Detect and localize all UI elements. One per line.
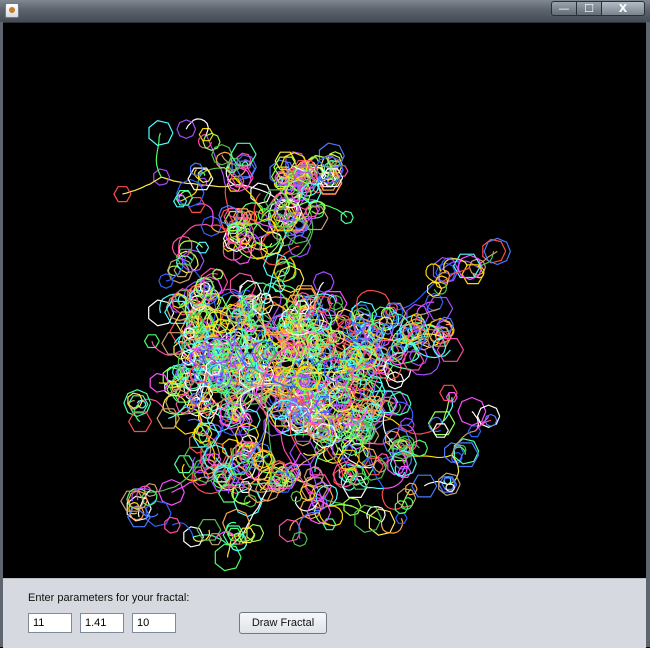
fractal-knot [289, 440, 318, 466]
fractal-knot [484, 413, 498, 427]
fractal-knot [158, 273, 174, 289]
fractal-stroke [122, 176, 162, 195]
fractal-stroke [381, 488, 402, 511]
app-window: — ☐ X Enter parameters for your fractal:… [0, 0, 650, 648]
title-bar[interactable]: — ☐ X [0, 0, 650, 23]
minimize-button[interactable]: — [551, 1, 577, 16]
fractal-knot [457, 396, 487, 427]
fractal-stroke [196, 203, 214, 227]
parameters-panel: Enter parameters for your fractal: Draw … [3, 578, 646, 648]
fractal-knot [148, 120, 174, 146]
fractal-knot [340, 210, 354, 225]
fractal-knot [190, 162, 204, 177]
fractal-stroke [260, 202, 286, 222]
close-button[interactable]: X [602, 1, 645, 16]
fractal-stroke [389, 271, 442, 313]
fractal-stroke [171, 235, 193, 258]
window-controls: — ☐ X [551, 1, 645, 16]
fractal-stroke [253, 192, 261, 226]
window-frame-right [646, 22, 650, 647]
parameter-field-2[interactable] [80, 613, 124, 633]
fractal-stroke [380, 518, 404, 534]
fractal-knot [195, 241, 210, 254]
maximize-button[interactable]: ☐ [577, 1, 602, 16]
fractal-knot [246, 523, 265, 543]
fractal-stroke [161, 176, 226, 188]
fractal-drawing [113, 118, 511, 572]
fractal-stroke [171, 522, 194, 538]
fractal-knot [436, 338, 465, 362]
java-cup-icon[interactable] [5, 3, 19, 18]
parameter-field-3[interactable] [132, 613, 176, 633]
fractal-stroke [350, 410, 353, 432]
fractal-canvas [3, 23, 646, 578]
fractal-stroke [262, 282, 280, 299]
parameter-field-1[interactable] [28, 613, 72, 633]
fractal-knot [432, 423, 449, 438]
parameters-prompt: Enter parameters for your fractal: [28, 592, 190, 604]
draw-fractal-button[interactable]: Draw Fractal [239, 612, 327, 634]
